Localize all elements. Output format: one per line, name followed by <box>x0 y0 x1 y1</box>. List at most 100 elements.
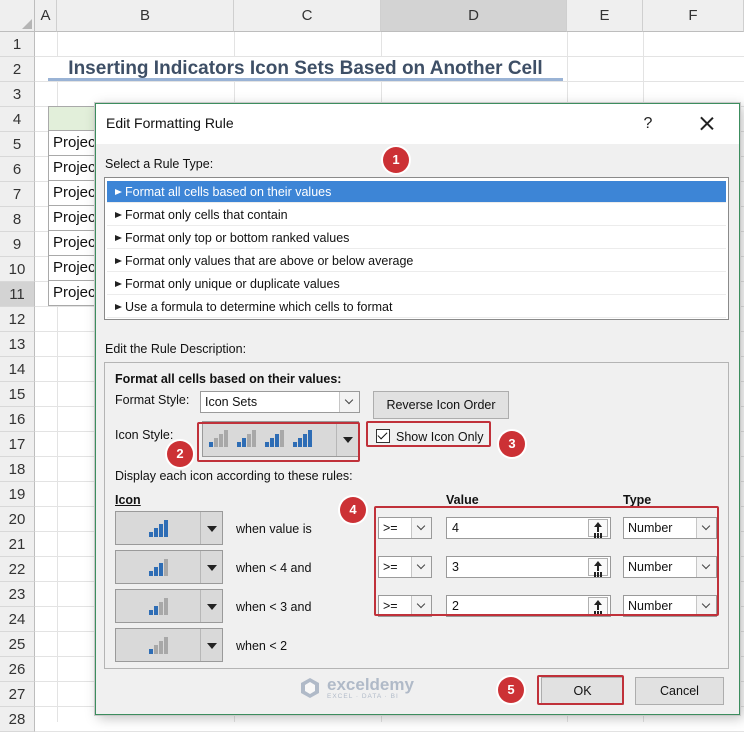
step-badge-3: 3 <box>499 431 525 457</box>
value-text: 2 <box>452 599 459 613</box>
display-rules-label: Display each icon according to these rul… <box>115 469 353 483</box>
chevron-down-icon <box>339 392 359 412</box>
cancel-button[interactable]: Cancel <box>635 677 724 705</box>
range-select-icon[interactable] <box>588 519 608 537</box>
rule-type-item[interactable]: Format only top or bottom ranked values <box>107 227 726 249</box>
icon-rule-1-value-input[interactable]: 4 <box>446 517 611 539</box>
row-header-14[interactable]: 14 <box>0 357 35 382</box>
column-header-b[interactable]: B <box>57 0 234 32</box>
row-header-22[interactable]: 22 <box>0 557 35 582</box>
rule-type-item[interactable]: Format only values that are above or bel… <box>107 250 726 272</box>
format-style-label: Format Style: <box>115 393 190 407</box>
row-header-19[interactable]: 19 <box>0 482 35 507</box>
row-header-23[interactable]: 23 <box>0 582 35 607</box>
row-header-17[interactable]: 17 <box>0 432 35 457</box>
type-value: Number <box>628 560 673 574</box>
value-column-header: Value <box>446 493 479 507</box>
column-header-f[interactable]: F <box>643 0 744 32</box>
operator-value: >= <box>383 560 398 574</box>
signal-3-bars-icon <box>265 430 284 447</box>
icon-rule-1-operator[interactable]: >= <box>378 517 432 539</box>
row-header-21[interactable]: 21 <box>0 532 35 557</box>
rule-type-list[interactable]: Format all cells based on their values F… <box>104 177 729 320</box>
dialog-title: Edit Formatting Rule <box>106 115 234 131</box>
chevron-down-icon <box>696 557 716 577</box>
column-header-a[interactable]: A <box>35 0 57 32</box>
icon-rule-2-condition: when < 4 and <box>236 561 312 575</box>
row-header-11[interactable]: 11 <box>0 282 35 307</box>
rule-description-panel: Format all cells based on their values: … <box>104 362 729 669</box>
icon-rule-2-type[interactable]: Number <box>623 556 717 578</box>
row-header-6[interactable]: 6 <box>0 157 35 182</box>
show-icon-only-checkbox[interactable] <box>376 429 390 443</box>
help-button[interactable]: ? <box>636 110 660 138</box>
select-all-corner[interactable] <box>0 0 35 32</box>
icon-style-label: Icon Style: <box>115 428 174 442</box>
row-header-10[interactable]: 10 <box>0 257 35 282</box>
column-header-d[interactable]: D <box>381 0 567 32</box>
row-header-28[interactable]: 28 <box>0 707 35 732</box>
row-header-5[interactable]: 5 <box>0 132 35 157</box>
row-header-8[interactable]: 8 <box>0 207 35 232</box>
row-header-1[interactable]: 1 <box>0 32 35 57</box>
icon-rule-1-type[interactable]: Number <box>623 517 717 539</box>
operator-value: >= <box>383 599 398 613</box>
signal-1-bar-icon <box>209 430 228 447</box>
icon-rule-1-icon-dropdown[interactable] <box>115 511 223 545</box>
row-header-27[interactable]: 27 <box>0 682 35 707</box>
row-header-15[interactable]: 15 <box>0 382 35 407</box>
signal-2-bars-icon <box>237 430 256 447</box>
icon-rule-3-operator[interactable]: >= <box>378 595 432 617</box>
icon-style-dropdown[interactable] <box>202 421 359 457</box>
icon-rule-2-icon-dropdown[interactable] <box>115 550 223 584</box>
row-header-25[interactable]: 25 <box>0 632 35 657</box>
icon-rule-3-condition: when < 3 and <box>236 600 312 614</box>
step-badge-4: 4 <box>340 497 366 523</box>
edit-formatting-rule-dialog: Edit Formatting Rule ? Select a Rule Typ… <box>95 103 740 715</box>
step-badge-5: 5 <box>498 677 524 703</box>
icon-rule-2-operator[interactable]: >= <box>378 556 432 578</box>
range-select-icon[interactable] <box>588 558 608 576</box>
column-header-c[interactable]: C <box>234 0 381 32</box>
rule-type-item[interactable]: Use a formula to determine which cells t… <box>107 296 726 318</box>
icon-rule-3-icon-dropdown[interactable] <box>115 589 223 623</box>
step-badge-1: 1 <box>383 147 409 173</box>
exceldemy-logo-icon <box>301 678 319 698</box>
reverse-icon-order-button[interactable]: Reverse Icon Order <box>373 391 509 419</box>
row-header-4[interactable]: 4 <box>0 107 35 132</box>
rule-type-item[interactable]: Format only cells that contain <box>107 204 726 226</box>
icon-column-header: Icon <box>115 493 141 507</box>
chevron-down-icon <box>696 518 716 538</box>
signal-4-bars-icon <box>149 520 168 537</box>
row-header-26[interactable]: 26 <box>0 657 35 682</box>
icon-rule-2-value-input[interactable]: 3 <box>446 556 611 578</box>
row-header-7[interactable]: 7 <box>0 182 35 207</box>
row-header-13[interactable]: 13 <box>0 332 35 357</box>
icon-rule-4-icon-dropdown[interactable] <box>115 628 223 662</box>
row-header-3[interactable]: 3 <box>0 82 35 107</box>
range-select-icon[interactable] <box>588 597 608 615</box>
row-header-16[interactable]: 16 <box>0 407 35 432</box>
icon-rule-3-value-input[interactable]: 2 <box>446 595 611 617</box>
row-gridline <box>35 81 744 82</box>
row-header-24[interactable]: 24 <box>0 607 35 632</box>
icon-rule-3-type[interactable]: Number <box>623 595 717 617</box>
close-icon[interactable] <box>693 110 721 138</box>
row-header-9[interactable]: 9 <box>0 232 35 257</box>
dialog-title-bar: Edit Formatting Rule ? <box>96 104 739 144</box>
row-header-12[interactable]: 12 <box>0 307 35 332</box>
watermark-name: exceldemy <box>327 674 414 694</box>
rule-type-item[interactable]: Format all cells based on their values <box>107 181 726 203</box>
value-text: 3 <box>452 560 459 574</box>
ok-button[interactable]: OK <box>541 677 624 705</box>
sheet-title: Inserting Indicators Icon Sets Based on … <box>48 57 563 81</box>
format-style-dropdown[interactable]: Icon Sets <box>200 391 360 413</box>
row-header-2[interactable]: 2 <box>0 57 35 82</box>
chevron-down-icon <box>411 557 431 577</box>
value-text: 4 <box>452 521 459 535</box>
row-header-20[interactable]: 20 <box>0 507 35 532</box>
rule-type-item[interactable]: Format only unique or duplicate values <box>107 273 726 295</box>
show-icon-only-label[interactable]: Show Icon Only <box>396 430 484 444</box>
row-header-18[interactable]: 18 <box>0 457 35 482</box>
column-header-e[interactable]: E <box>567 0 643 32</box>
